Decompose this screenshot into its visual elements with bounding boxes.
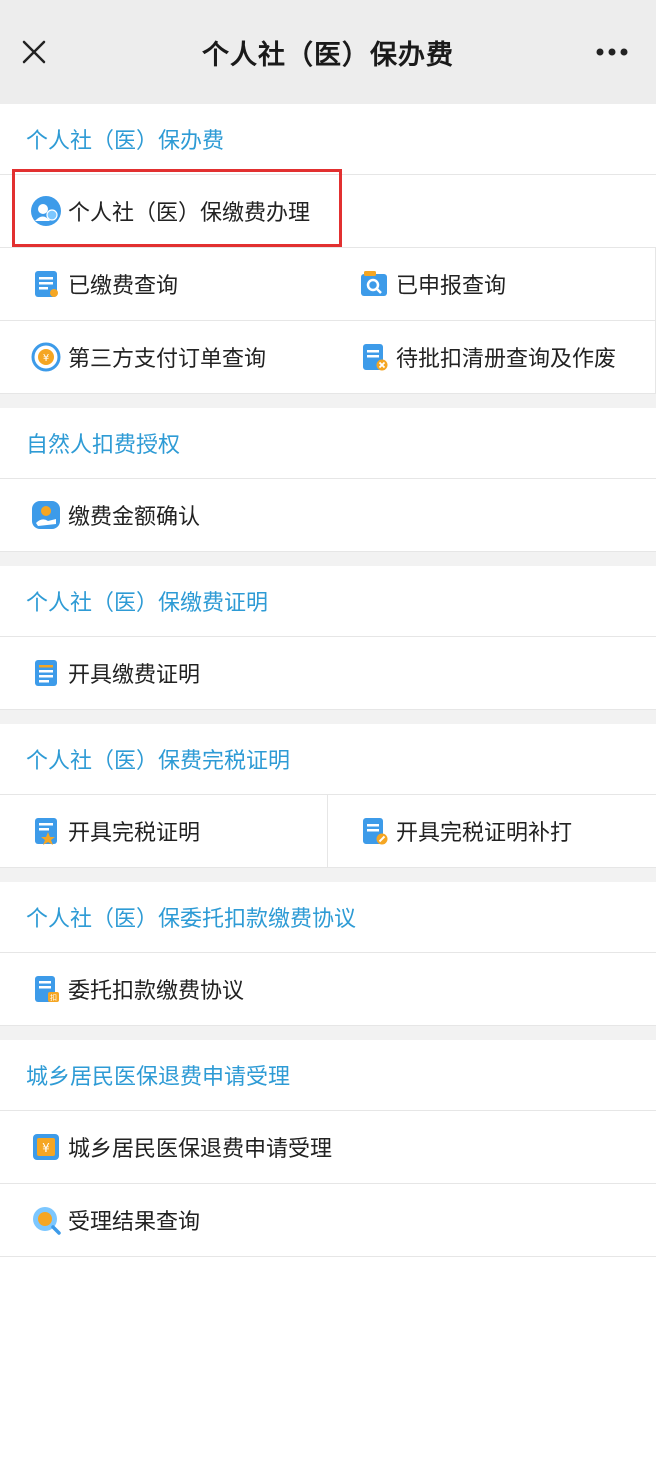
menu-item-label: 个人社（医）保缴费办理 <box>68 201 311 226</box>
menu-item-refund-application[interactable]: ¥ 城乡居民医保退费申请受理 <box>0 1111 656 1184</box>
menu-item-deduction-agreement[interactable]: 扣 委托扣款缴费协议 <box>0 953 656 1026</box>
menu-item-paid-query[interactable]: 已缴费查询 <box>0 248 328 321</box>
menu-item-label: 城乡居民医保退费申请受理 <box>68 1137 333 1162</box>
svg-text:扣: 扣 <box>50 993 57 1002</box>
menu-item-result-query[interactable]: 受理结果查询 <box>0 1184 656 1257</box>
section-grid: ¥ 城乡居民医保退费申请受理 受理结果查询 <box>0 1111 656 1257</box>
hand-coin-icon <box>32 501 60 529</box>
section-tax-certificate: 个人社（医）保费完税证明 开具完税证明 开具完税证明补打 <box>0 724 656 868</box>
section-header: 自然人扣费授权 <box>0 408 656 479</box>
yuan-refresh-icon: ¥ <box>31 342 61 372</box>
section-header: 个人社（医）保缴费证明 <box>0 566 656 637</box>
section-grid: 个人社（医）保缴费办理 已缴费查询 已申报查询 ¥ 第三方支付订单查询 待批扣清… <box>0 169 656 394</box>
magnifier-result-icon <box>33 1207 61 1235</box>
search-folder-icon <box>361 271 387 296</box>
page-title: 个人社（医）保办费 <box>202 39 454 71</box>
menu-item-label: 委托扣款缴费协议 <box>68 979 245 1004</box>
document-cancel-icon <box>363 344 388 371</box>
more-button[interactable] <box>590 30 634 74</box>
agreement-icon: 扣 <box>35 976 59 1002</box>
menu-item-label: 开具缴费证明 <box>68 663 201 688</box>
menu-item-issue-tax-certificate[interactable]: 开具完税证明 <box>0 795 328 868</box>
menu-item-declared-query[interactable]: 已申报查询 <box>328 248 656 321</box>
certificate-star-icon <box>35 818 57 845</box>
menu-item-issue-payment-certificate[interactable]: 开具缴费证明 <box>0 637 656 710</box>
document-pen-icon <box>363 818 388 845</box>
menu-item-label: 已申报查询 <box>396 274 507 299</box>
list-document-icon <box>35 660 57 686</box>
close-icon <box>22 40 46 64</box>
page-filler <box>0 1257 656 1457</box>
section-header: 城乡居民医保退费申请受理 <box>0 1040 656 1111</box>
menu-item-payment-handling[interactable]: 个人社（医）保缴费办理 <box>0 169 656 248</box>
top-bar: 个人社（医）保办费 <box>0 0 656 104</box>
menu-item-label: 第三方支付订单查询 <box>68 347 267 372</box>
section-deduction-authorization: 自然人扣费授权 缴费金额确认 <box>0 408 656 552</box>
section-entrusted-deduction-agreement: 个人社（医）保委托扣款缴费协议 扣 委托扣款缴费协议 <box>0 882 656 1026</box>
menu-item-pending-deduction-query[interactable]: 待批扣清册查询及作废 <box>328 321 656 394</box>
section-header: 个人社（医）保委托扣款缴费协议 <box>0 882 656 953</box>
menu-item-reprint-tax-certificate[interactable]: 开具完税证明补打 <box>328 795 656 868</box>
document-icon <box>35 271 58 297</box>
menu-item-label: 受理结果查询 <box>68 1210 201 1235</box>
svg-text:¥: ¥ <box>43 353 49 364</box>
person-coin-icon <box>31 196 61 226</box>
section-grid: 缴费金额确认 <box>0 479 656 552</box>
menu-item-amount-confirm[interactable]: 缴费金额确认 <box>0 479 656 552</box>
menu-item-label: 已缴费查询 <box>68 274 179 299</box>
section-header: 个人社（医）保费完税证明 <box>0 724 656 795</box>
section-grid: 开具完税证明 开具完税证明补打 <box>0 795 656 868</box>
svg-text:¥: ¥ <box>42 1141 50 1155</box>
section-payment-certificate: 个人社（医）保缴费证明 开具缴费证明 <box>0 566 656 710</box>
section-refund-application: 城乡居民医保退费申请受理 ¥ 城乡居民医保退费申请受理 受理结果查询 <box>0 1040 656 1257</box>
refund-icon: ¥ <box>33 1134 59 1160</box>
close-button[interactable] <box>16 30 52 74</box>
menu-item-third-party-order-query[interactable]: ¥ 第三方支付订单查询 <box>0 321 328 394</box>
section-grid: 开具缴费证明 <box>0 637 656 710</box>
section-social-insurance-payment: 个人社（医）保办费 个人社（医）保缴费办理 已缴费查询 已申报查询 ¥ 第三方支… <box>0 104 656 394</box>
menu-item-label: 缴费金额确认 <box>68 505 201 530</box>
menu-item-label: 待批扣清册查询及作废 <box>396 347 617 372</box>
section-grid: 扣 委托扣款缴费协议 <box>0 953 656 1026</box>
menu-item-label: 开具完税证明补打 <box>396 821 573 846</box>
section-header: 个人社（医）保办费 <box>0 104 656 175</box>
more-icon <box>596 48 628 56</box>
menu-item-label: 开具完税证明 <box>68 821 201 846</box>
